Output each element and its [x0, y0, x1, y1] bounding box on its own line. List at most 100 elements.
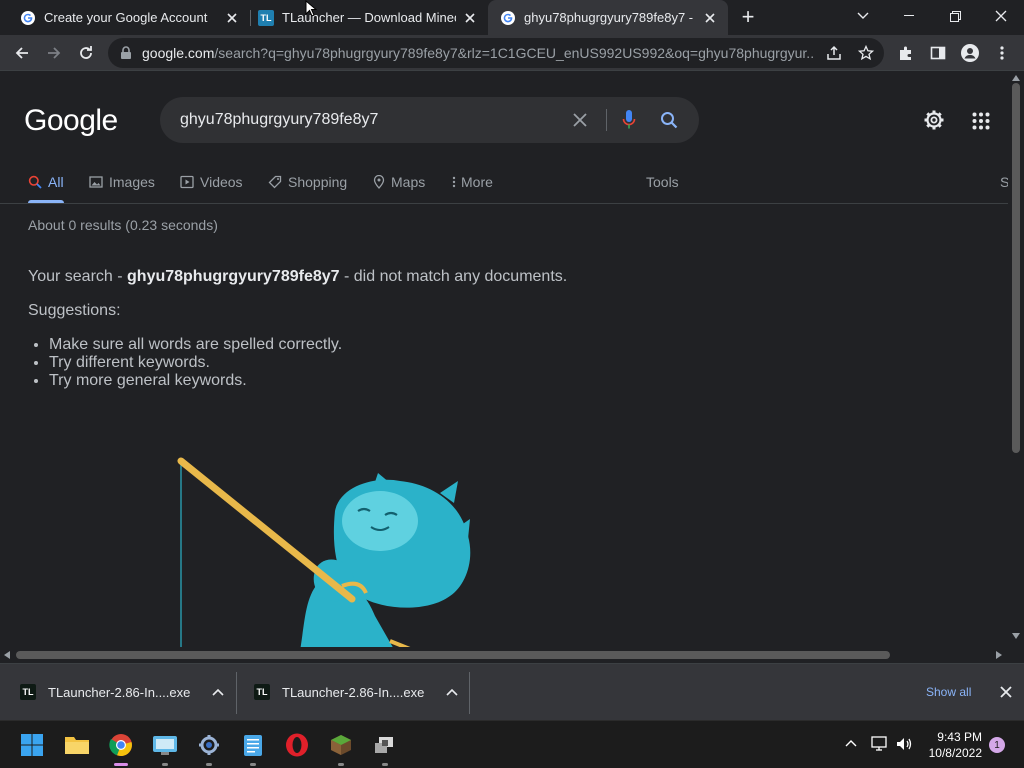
tab-more[interactable]: More	[452, 172, 493, 192]
search-results-page: Google ghyu78phugrgyury789fe8y7 All Imag…	[0, 71, 1008, 647]
scroll-up-icon[interactable]	[1012, 75, 1020, 81]
file-explorer-icon[interactable]	[61, 729, 93, 761]
tab-images[interactable]: Images	[89, 172, 155, 192]
clear-icon[interactable]	[572, 112, 588, 128]
chevron-up-icon[interactable]	[845, 739, 857, 747]
close-tab-icon[interactable]	[702, 10, 718, 26]
tlauncher-icon: TL	[20, 684, 36, 700]
search-input[interactable]: ghyu78phugrgyury789fe8y7	[180, 111, 378, 129]
tab-create-google-account[interactable]: Create your Google Account	[0, 0, 250, 35]
tools-button[interactable]: Tools	[646, 172, 679, 192]
close-window-button[interactable]	[978, 0, 1024, 32]
tlauncher-icon: TL	[254, 684, 270, 700]
close-tab-icon[interactable]	[462, 10, 478, 26]
chrome-menu-button[interactable]	[988, 39, 1016, 67]
profile-button[interactable]	[956, 39, 984, 67]
lock-icon	[121, 46, 131, 59]
microphone-icon[interactable]	[622, 109, 636, 131]
pin-icon	[373, 175, 385, 189]
no-match-query: ghyu78phugrgyury789fe8y7	[127, 268, 340, 285]
tab-shopping[interactable]: Shopping	[268, 172, 347, 192]
vertical-scrollbar[interactable]	[1008, 71, 1024, 647]
close-icon[interactable]	[1000, 686, 1012, 698]
arrow-left-icon	[15, 47, 28, 59]
opera-icon[interactable]	[281, 729, 313, 761]
no-match-message: Your search - ghyu78phugrgyury789fe8y7 -…	[28, 268, 568, 285]
fishing-mascot-illustration	[177, 457, 471, 647]
download-item[interactable]: TL TLauncher-2.86-In....exe	[20, 664, 224, 720]
running-indicator	[114, 763, 128, 766]
tab-search-button[interactable]	[840, 0, 886, 32]
apps-grid-icon[interactable]	[972, 112, 990, 130]
chevron-down-icon	[857, 12, 869, 19]
search-icon[interactable]	[660, 111, 678, 129]
running-indicator	[162, 763, 168, 766]
download-separator	[469, 672, 470, 714]
chrome-icon[interactable]	[105, 729, 137, 766]
new-tab-button[interactable]: +	[734, 3, 762, 31]
side-panel-icon	[930, 46, 946, 60]
notification-badge[interactable]: 1	[989, 737, 1005, 753]
google-logo[interactable]: Google	[24, 104, 118, 138]
arrow-right-icon	[48, 47, 61, 59]
running-indicator	[250, 763, 256, 766]
settings-icon[interactable]	[193, 729, 225, 766]
chevron-up-icon[interactable]	[446, 688, 458, 696]
show-all-button[interactable]: Show all	[926, 664, 971, 720]
restore-button[interactable]	[932, 0, 978, 32]
running-indicator	[338, 763, 344, 766]
reload-button[interactable]	[72, 39, 100, 67]
list-item: Try different keywords.	[49, 354, 342, 372]
tag-icon	[268, 175, 282, 189]
system-clock[interactable]: 9:43 PM 10/8/2022	[929, 729, 982, 761]
windows-start-icon[interactable]	[16, 729, 48, 761]
download-filename: TLauncher-2.86-In....exe	[282, 684, 425, 700]
horizontal-scroll-thumb[interactable]	[16, 651, 890, 659]
address-bar[interactable]: google.com/search?q=ghyu78phugrgyury789f…	[108, 38, 884, 68]
minecraft-icon[interactable]	[325, 729, 357, 766]
side-panel-button[interactable]	[924, 39, 952, 67]
google-icon	[20, 10, 36, 26]
share-icon[interactable]	[826, 45, 842, 61]
control-panel-icon[interactable]	[149, 729, 181, 766]
list-item: Try more general keywords.	[49, 372, 342, 390]
mouse-cursor-icon	[305, 0, 317, 17]
tab-videos[interactable]: Videos	[180, 172, 243, 192]
tab-google-search[interactable]: ghyu78phugrgyury789fe8y7 - Google Search	[488, 0, 728, 35]
clock-time: 9:43 PM	[937, 730, 982, 744]
chevron-up-icon[interactable]	[212, 688, 224, 696]
scroll-right-icon[interactable]	[996, 651, 1002, 659]
suggestions-heading: Suggestions:	[28, 302, 121, 319]
url-text: google.com/search?q=ghyu78phugrgyury789f…	[142, 45, 814, 61]
tab-title: Create your Google Account	[44, 10, 208, 25]
scroll-left-icon[interactable]	[4, 651, 10, 659]
forward-button[interactable]	[40, 39, 68, 67]
vertical-dots-icon	[452, 176, 456, 188]
reload-icon	[80, 46, 92, 59]
search-box[interactable]: ghyu78phugrgyury789fe8y7	[160, 97, 699, 143]
tool-icon[interactable]	[369, 729, 401, 766]
puzzle-icon	[900, 46, 911, 60]
tab-title: ghyu78phugrgyury789fe8y7 - Google Search	[524, 10, 696, 25]
tlauncher-icon: TL	[258, 9, 274, 26]
minimize-button[interactable]	[886, 0, 932, 32]
bookmark-star-icon[interactable]	[858, 45, 874, 61]
tab-tlauncher[interactable]: TL TLauncher — Download Minecraft	[238, 0, 488, 35]
notepad-icon[interactable]	[237, 729, 269, 766]
extensions-button[interactable]	[892, 39, 920, 67]
tab-all[interactable]: All	[28, 172, 64, 192]
tab-maps[interactable]: Maps	[373, 172, 425, 192]
google-icon	[500, 10, 516, 26]
volume-icon[interactable]	[895, 736, 913, 752]
list-item: Make sure all words are spelled correctl…	[49, 336, 342, 354]
clock-date: 10/8/2022	[928, 746, 982, 760]
tab-cutoff[interactable]: S	[1000, 172, 1008, 192]
download-item[interactable]: TL TLauncher-2.86-In....exe	[254, 664, 458, 720]
horizontal-scrollbar[interactable]	[0, 647, 1008, 663]
running-indicator	[206, 763, 212, 766]
settings-gear-icon[interactable]	[923, 109, 945, 131]
network-icon[interactable]	[871, 736, 889, 752]
vertical-scroll-thumb[interactable]	[1012, 83, 1020, 453]
back-button[interactable]	[8, 39, 36, 67]
scroll-down-icon[interactable]	[1012, 633, 1020, 639]
